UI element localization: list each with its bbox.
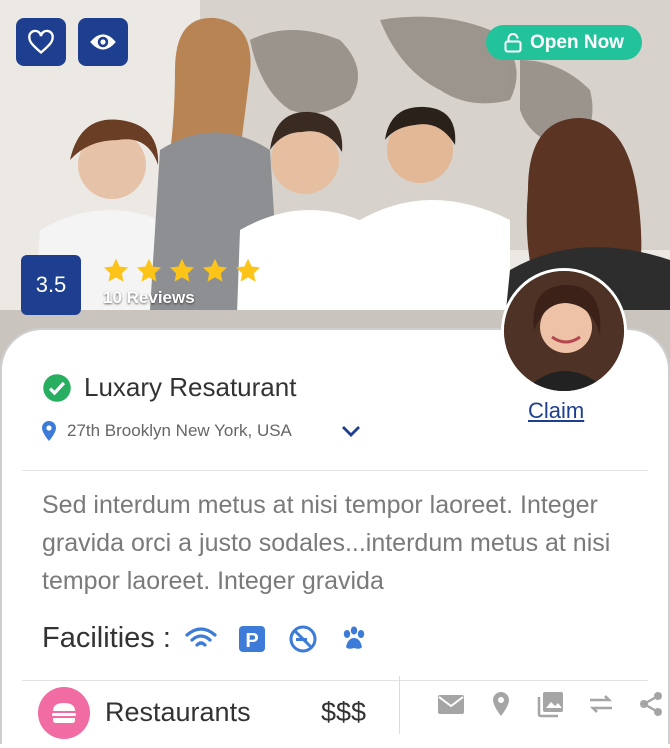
reviews-count[interactable]: 10 Reviews bbox=[103, 288, 195, 308]
burger-icon bbox=[52, 703, 76, 723]
no-smoking-icon bbox=[289, 625, 317, 652]
eye-icon bbox=[90, 34, 116, 50]
category-label[interactable]: Restaurants bbox=[105, 697, 251, 728]
facilities-row: Facilities : P bbox=[42, 622, 370, 655]
map-pin-icon bbox=[42, 421, 56, 441]
price-level: $$$ bbox=[321, 697, 367, 727]
open-status-label: Open Now bbox=[530, 31, 624, 53]
favorite-button[interactable] bbox=[16, 18, 66, 66]
listing-address: 27th Brooklyn New York, USA bbox=[67, 421, 292, 440]
listing-card[interactable]: Open Now 3.5 10 Reviews Claim Luxary Res… bbox=[0, 0, 670, 748]
compare-icon[interactable] bbox=[587, 690, 615, 718]
star-icon bbox=[202, 258, 228, 282]
gallery-icon[interactable] bbox=[537, 690, 565, 718]
unlock-icon bbox=[504, 32, 522, 52]
star-icon bbox=[136, 258, 162, 282]
facilities-label: Facilities : bbox=[42, 622, 171, 654]
open-status-badge: Open Now bbox=[486, 25, 642, 60]
parking-icon: P bbox=[238, 625, 265, 652]
footer-separator bbox=[399, 676, 400, 734]
star-icon bbox=[103, 258, 129, 282]
verified-icon bbox=[43, 373, 71, 402]
quick-view-button[interactable] bbox=[78, 18, 128, 66]
heart-icon bbox=[28, 29, 54, 55]
mail-icon[interactable] bbox=[437, 690, 465, 718]
location-icon[interactable] bbox=[487, 690, 515, 718]
owner-avatar[interactable] bbox=[501, 268, 627, 394]
rating-stars bbox=[101, 257, 263, 285]
star-icon bbox=[169, 258, 195, 282]
address-row: 27th Brooklyn New York, USA bbox=[41, 420, 292, 442]
owner-photo bbox=[504, 271, 624, 391]
rating-score: 3.5 bbox=[21, 255, 81, 315]
category-badge[interactable] bbox=[38, 687, 90, 739]
divider bbox=[22, 470, 648, 471]
listing-description: Sed interdum metus at nisi tempor laoree… bbox=[42, 491, 611, 595]
star-icon bbox=[235, 258, 261, 282]
action-icons bbox=[437, 690, 665, 718]
svg-text:P: P bbox=[245, 630, 258, 652]
wifi-icon bbox=[185, 626, 217, 647]
pets-icon bbox=[343, 626, 365, 649]
chevron-down-icon[interactable] bbox=[340, 422, 362, 440]
listing-title-row: Luxary Resaturant bbox=[42, 372, 296, 403]
claim-link[interactable]: Claim bbox=[528, 398, 584, 424]
footer-divider bbox=[22, 680, 648, 681]
listing-title[interactable]: Luxary Resaturant bbox=[84, 372, 296, 403]
share-icon[interactable] bbox=[637, 690, 665, 718]
